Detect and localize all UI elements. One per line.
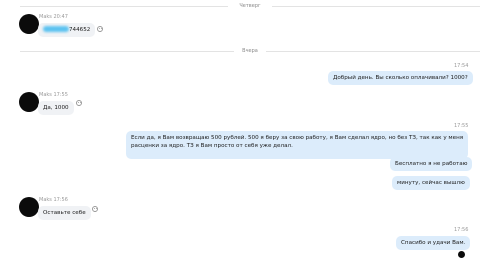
message-text: Оставьте себе (43, 210, 86, 216)
day-divider-thursday: Четверг (0, 1, 500, 11)
message-bubble-outgoing[interactable]: Если да, я Вам возвращаю 500 рублей. 500… (126, 131, 469, 159)
sender-name: Maks (39, 92, 52, 98)
message-time: 17:56 (53, 197, 68, 203)
avatar[interactable] (19, 14, 39, 34)
message-text: Да, 1000 (43, 105, 69, 111)
reaction-icon[interactable] (76, 100, 82, 106)
message-text-line: расценки за ядро. ТЗ я Вам просто от себ… (131, 143, 293, 149)
message-text: Добрый день. Вы сколько оплачивали? 1000… (333, 75, 468, 81)
message-bubble-incoming[interactable]: Да, 1000 (38, 101, 74, 115)
message-time: 17:56 (454, 227, 469, 233)
reaction-icon[interactable] (97, 26, 103, 32)
message-time: 17:55 (454, 123, 469, 129)
scroll-to-bottom-button[interactable] (458, 251, 465, 258)
message-time: 17:54 (454, 63, 469, 69)
avatar[interactable] (19, 92, 39, 112)
message-meta: Maks 20:47 (39, 14, 68, 20)
divider-line-right (272, 6, 480, 7)
avatar[interactable] (19, 197, 39, 217)
message-time: 20:47 (53, 14, 68, 20)
message-bubble-incoming[interactable]: 744652 (38, 23, 96, 37)
message-text: Бесплатно я не работаю (395, 161, 468, 167)
message-bubble-outgoing[interactable]: Спасибо и удачи Вам. (396, 236, 471, 250)
message-bubble-outgoing[interactable]: Бесплатно я не работаю (390, 157, 473, 171)
message-text: минуту, сейчас вышлю (397, 180, 465, 186)
message-text-line: Если да, я Вам возвращаю 500 рублей. 500… (131, 135, 464, 141)
message-text: 744652 (69, 27, 91, 33)
message-bubble-outgoing[interactable]: минуту, сейчас вышлю (392, 176, 470, 190)
message-meta: Maks 17:55 (39, 92, 68, 98)
day-divider-yesterday: Вчера (0, 46, 500, 56)
divider-line-right (266, 51, 480, 52)
message-bubble-outgoing[interactable]: Добрый день. Вы сколько оплачивали? 1000… (328, 71, 473, 85)
sender-name: Maks (39, 197, 52, 203)
message-time: 17:55 (53, 92, 68, 98)
message-text: Спасибо и удачи Вам. (401, 240, 466, 246)
sender-name: Maks (39, 14, 52, 20)
message-bubble-incoming[interactable]: Оставьте себе (38, 206, 91, 220)
redacted-text (43, 26, 69, 32)
reaction-icon[interactable] (92, 206, 98, 212)
message-meta: Maks 17:56 (39, 197, 68, 203)
